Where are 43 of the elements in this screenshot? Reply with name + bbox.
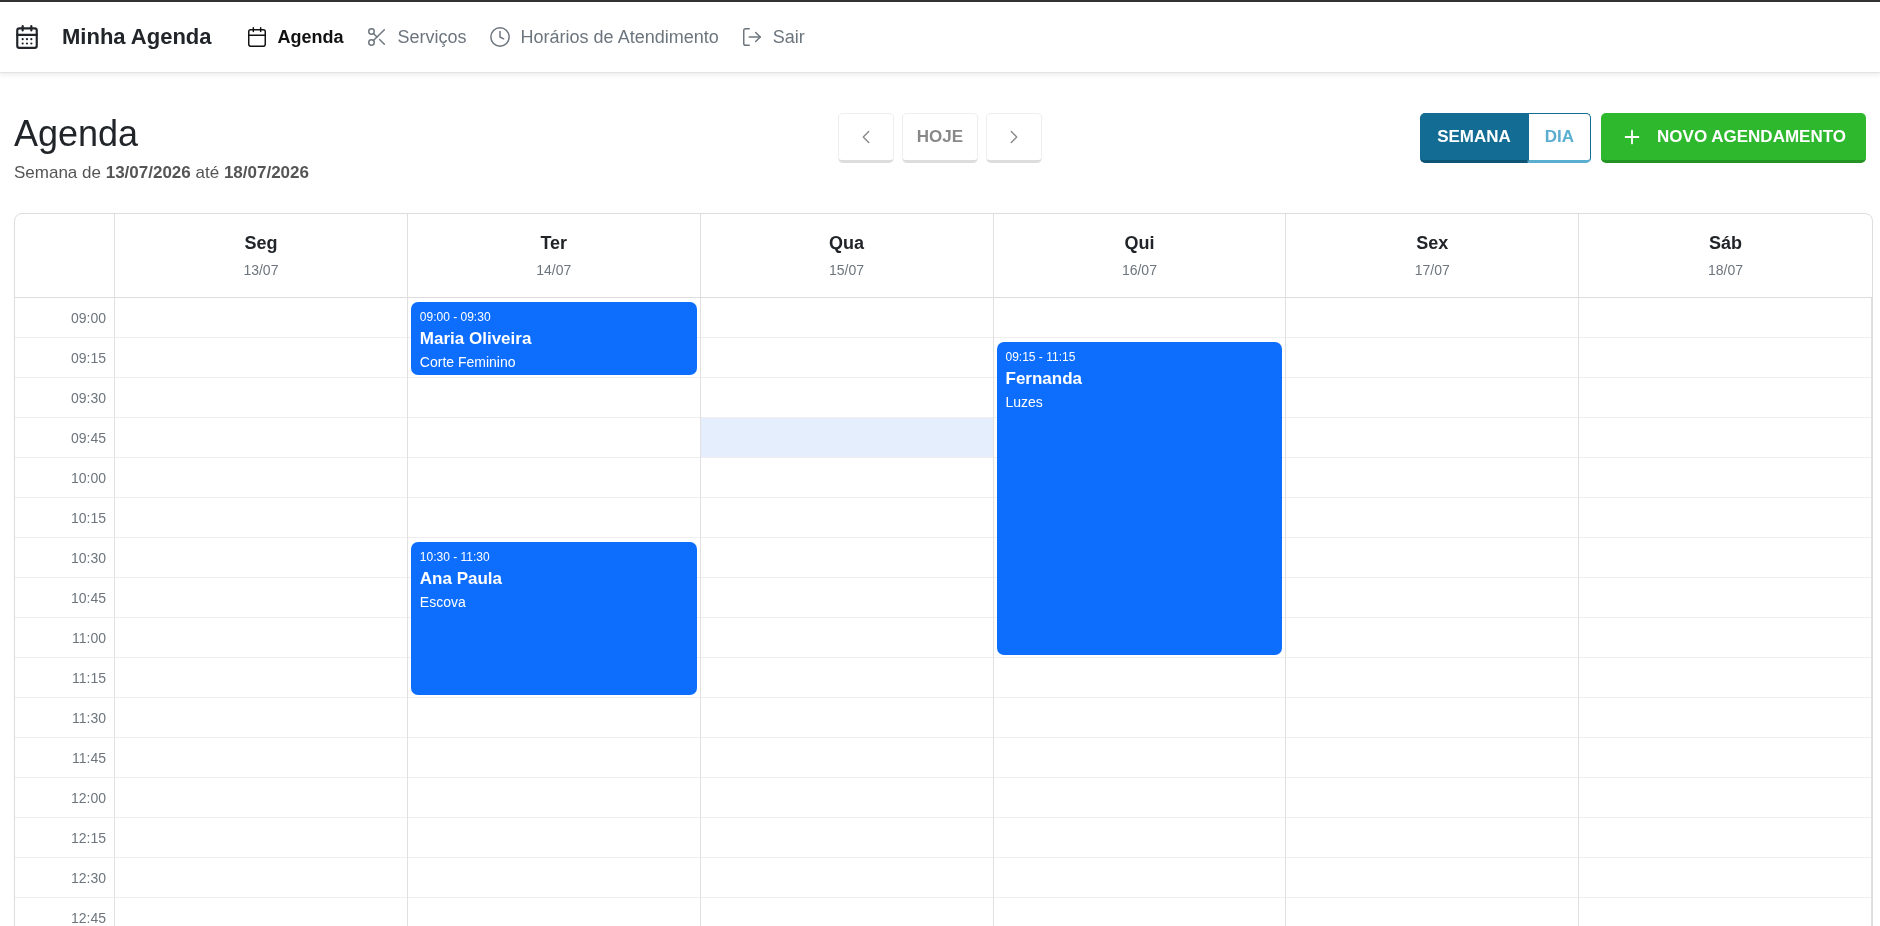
nav-link[interactable]: Serviços — [365, 26, 467, 48]
calendar-icon — [245, 26, 268, 48]
previous-button[interactable] — [837, 113, 894, 163]
service-name: Luzes — [1005, 394, 1044, 410]
appointment-time: 09:15 - 11:15 — [1005, 350, 1077, 364]
day-date: 13/07 — [243, 262, 279, 278]
day-name: Qui — [1124, 233, 1155, 254]
day-date: 16/07 — [1121, 262, 1157, 278]
logout-icon — [740, 26, 763, 48]
view-toggle[interactable]: SEMANA — [1420, 113, 1528, 163]
service-name: Corte Feminino — [419, 354, 517, 370]
day-date: 18/07 — [1708, 262, 1744, 278]
nav-link[interactable]: Sair — [740, 26, 805, 48]
scissors-icon — [365, 26, 388, 48]
day-name: Seg — [244, 233, 278, 254]
day-date: 15/07 — [829, 262, 865, 278]
day-name: Sex — [1416, 233, 1449, 254]
appointment-time: 09:00 - 09:30 — [419, 310, 492, 324]
today-button[interactable]: HOJE — [901, 113, 979, 163]
client-name: Fernanda — [1005, 369, 1084, 389]
highlighted-slot[interactable] — [700, 418, 993, 458]
clock-icon — [488, 26, 511, 48]
client-name: Maria Oliveira — [419, 329, 533, 349]
day-name: Ter — [540, 233, 568, 254]
page-title: Agenda — [14, 113, 140, 155]
calendar-icon — [14, 24, 40, 50]
appointment-time: 10:30 - 11:30 — [419, 550, 491, 564]
week-range: Semana de 13/07/2026 até 18/07/2026 — [14, 163, 310, 183]
day-date: 17/07 — [1414, 262, 1450, 278]
service-name: Escova — [419, 594, 467, 610]
appointment-card[interactable]: 09:00 - 09:30 Maria Oliveira Corte Feminino — [410, 302, 697, 375]
nav-link[interactable]: Agenda — [245, 26, 344, 48]
nav-link[interactable]: Horários de Atendimento — [488, 26, 719, 48]
next-button[interactable] — [986, 113, 1043, 163]
day-name: Qua — [829, 233, 865, 254]
client-name: Ana Paula — [419, 569, 504, 589]
appointment-card[interactable]: 09:15 - 11:15 Fernanda Luzes — [996, 342, 1283, 655]
new-appointment-button[interactable]: NOVO AGENDAMENTO — [1601, 113, 1866, 163]
appointment-card[interactable]: 10:30 - 11:30 Ana Paula Escova — [410, 542, 697, 695]
view-toggle[interactable]: DIA — [1527, 113, 1592, 163]
brand-title: Minha Agenda — [62, 24, 212, 50]
day-date: 14/07 — [536, 262, 572, 278]
day-name: Sáb — [1709, 233, 1743, 254]
